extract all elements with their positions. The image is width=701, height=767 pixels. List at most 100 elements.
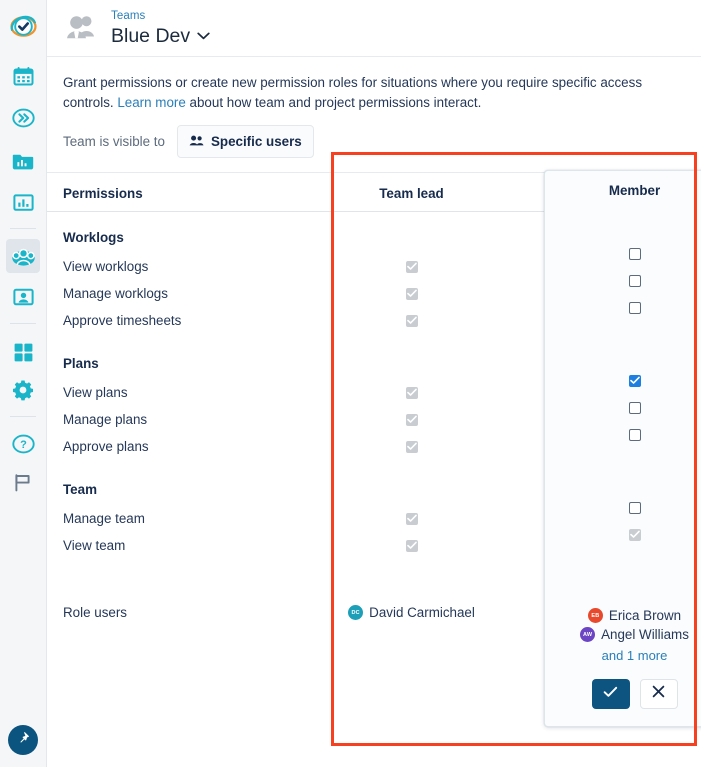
role-user-member[interactable]: EB Erica Brown xyxy=(545,608,701,623)
cancel-button[interactable] xyxy=(639,679,678,709)
sidebar-item-portfolio[interactable] xyxy=(6,143,40,177)
avatar: EB xyxy=(587,608,603,623)
sidebar-item-expand[interactable] xyxy=(6,101,40,135)
sidebar-divider-3 xyxy=(10,416,36,417)
checkbox-member xyxy=(628,528,641,541)
member-checkbox-cell xyxy=(545,294,701,321)
flag-icon xyxy=(13,473,33,492)
sidebar-item-reports[interactable] xyxy=(6,185,40,219)
role-users-label: Role users xyxy=(63,605,128,620)
permission-label: Approve timesheets xyxy=(63,313,182,328)
permission-label: Manage worklogs xyxy=(63,286,168,301)
team-lead-checkbox-cell xyxy=(328,314,495,327)
sidebar-item-help[interactable]: ? xyxy=(6,427,40,461)
folder-chart-icon xyxy=(12,151,34,170)
team-visibility-label: Team is visible to xyxy=(63,134,165,149)
sidebar-divider-1 xyxy=(10,228,36,229)
permission-label: View worklogs xyxy=(63,259,149,274)
team-lead-checkbox-cell xyxy=(328,440,495,453)
team-lead-checkbox-cell xyxy=(328,260,495,273)
member-checkbox-cell xyxy=(545,521,701,548)
teams-icon xyxy=(11,246,36,267)
sidebar-item-feedback[interactable] xyxy=(6,465,40,499)
pin-icon xyxy=(16,731,30,750)
global-sidebar: ? xyxy=(0,0,47,767)
sidebar-divider-2 xyxy=(10,323,36,324)
role-user-team-lead[interactable]: DC David Carmichael xyxy=(328,605,495,620)
checkbox-team-lead xyxy=(405,260,418,273)
team-lead-checkbox-cell xyxy=(328,512,495,525)
user-name: Erica Brown xyxy=(608,608,682,623)
checkbox-team-lead xyxy=(405,314,418,327)
confirm-button[interactable] xyxy=(591,679,630,709)
help-circle-icon: ? xyxy=(11,434,35,454)
checkbox-member[interactable] xyxy=(628,501,641,514)
user-card-icon xyxy=(12,288,34,306)
sidebar-item-settings[interactable] xyxy=(6,373,40,407)
pin-sidebar-button[interactable] xyxy=(8,725,38,755)
checkbox-member[interactable] xyxy=(628,274,641,287)
role-users-team-lead-cell: DC David Carmichael xyxy=(328,605,495,620)
main-content: Teams Blue Dev Grant permissions or crea… xyxy=(47,0,701,767)
team-lead-checkbox-cell xyxy=(328,386,495,399)
team-lead-checkbox-cell xyxy=(328,413,495,426)
intro-text-2: about how team and project permissions i… xyxy=(185,95,482,110)
checkbox-member[interactable] xyxy=(628,374,641,387)
role-user-member[interactable]: AW Angel Williams xyxy=(545,627,701,642)
close-icon xyxy=(652,685,665,703)
breadcrumb-link-teams[interactable]: Teams xyxy=(111,9,210,23)
svg-text:?: ? xyxy=(20,439,27,451)
bar-chart-icon xyxy=(12,193,34,212)
learn-more-link[interactable]: Learn more xyxy=(117,95,185,110)
checkbox-team-lead xyxy=(405,440,418,453)
member-checkbox-cell xyxy=(545,267,701,294)
checkbox-team-lead xyxy=(405,539,418,552)
member-card-actions xyxy=(545,679,701,709)
user-name: David Carmichael xyxy=(369,605,475,620)
member-checkbox-cell xyxy=(545,367,701,394)
member-checkbox-cell xyxy=(545,394,701,421)
checkbox-team-lead xyxy=(405,386,418,399)
sidebar-item-app-logo[interactable] xyxy=(6,9,40,43)
specific-users-button[interactable]: Specific users xyxy=(176,125,314,158)
checkbox-member[interactable] xyxy=(628,247,641,260)
people-icon xyxy=(189,134,204,149)
permission-label: View plans xyxy=(63,385,128,400)
avatar: AW xyxy=(580,627,596,642)
and-more-link[interactable]: and 1 more xyxy=(545,648,701,663)
checkbox-member[interactable] xyxy=(628,401,641,414)
sidebar-item-teams[interactable] xyxy=(6,239,40,273)
checkbox-team-lead xyxy=(405,413,418,426)
intro-paragraph: Grant permissions or create new permissi… xyxy=(63,73,685,113)
avatar: DC xyxy=(348,605,364,620)
specific-users-label: Specific users xyxy=(210,134,302,149)
checkbox-member[interactable] xyxy=(628,428,641,441)
column-header-team-lead: Team lead xyxy=(379,186,444,201)
checkbox-team-lead xyxy=(405,287,418,300)
check-icon xyxy=(603,685,618,703)
sidebar-item-calendar[interactable] xyxy=(6,59,40,93)
page-title: Blue Dev xyxy=(111,24,191,47)
checkbox-team-lead xyxy=(405,512,418,525)
apps-grid-icon xyxy=(13,342,34,363)
permission-label: Manage plans xyxy=(63,412,148,427)
team-visibility-row: Team is visible to Specific users xyxy=(47,113,701,172)
chevron-down-icon[interactable] xyxy=(197,27,210,45)
column-header-permissions: Permissions xyxy=(63,186,143,201)
team-title-row[interactable]: Blue Dev xyxy=(111,24,210,48)
teams-permissions-screen: ? Teams Blue Dev Grant permissions or cr… xyxy=(0,0,701,767)
sidebar-item-people[interactable] xyxy=(6,280,40,314)
team-avatar-icon xyxy=(63,11,101,45)
team-lead-checkbox-cell xyxy=(328,287,495,300)
member-checkbox-cell xyxy=(545,240,701,267)
calendar-icon xyxy=(13,66,34,87)
permission-label: View team xyxy=(63,538,126,553)
app-logo-check-icon xyxy=(9,13,37,40)
permission-label: Approve plans xyxy=(63,439,149,454)
double-chevron-right-icon xyxy=(11,108,35,128)
member-card-checkboxes xyxy=(545,198,701,548)
member-role-card: Member EB Erica Brown AW Angel Williams and… xyxy=(544,170,701,727)
sidebar-item-apps[interactable] xyxy=(6,335,40,369)
checkbox-member[interactable] xyxy=(628,301,641,314)
page-header: Teams Blue Dev xyxy=(47,0,701,57)
